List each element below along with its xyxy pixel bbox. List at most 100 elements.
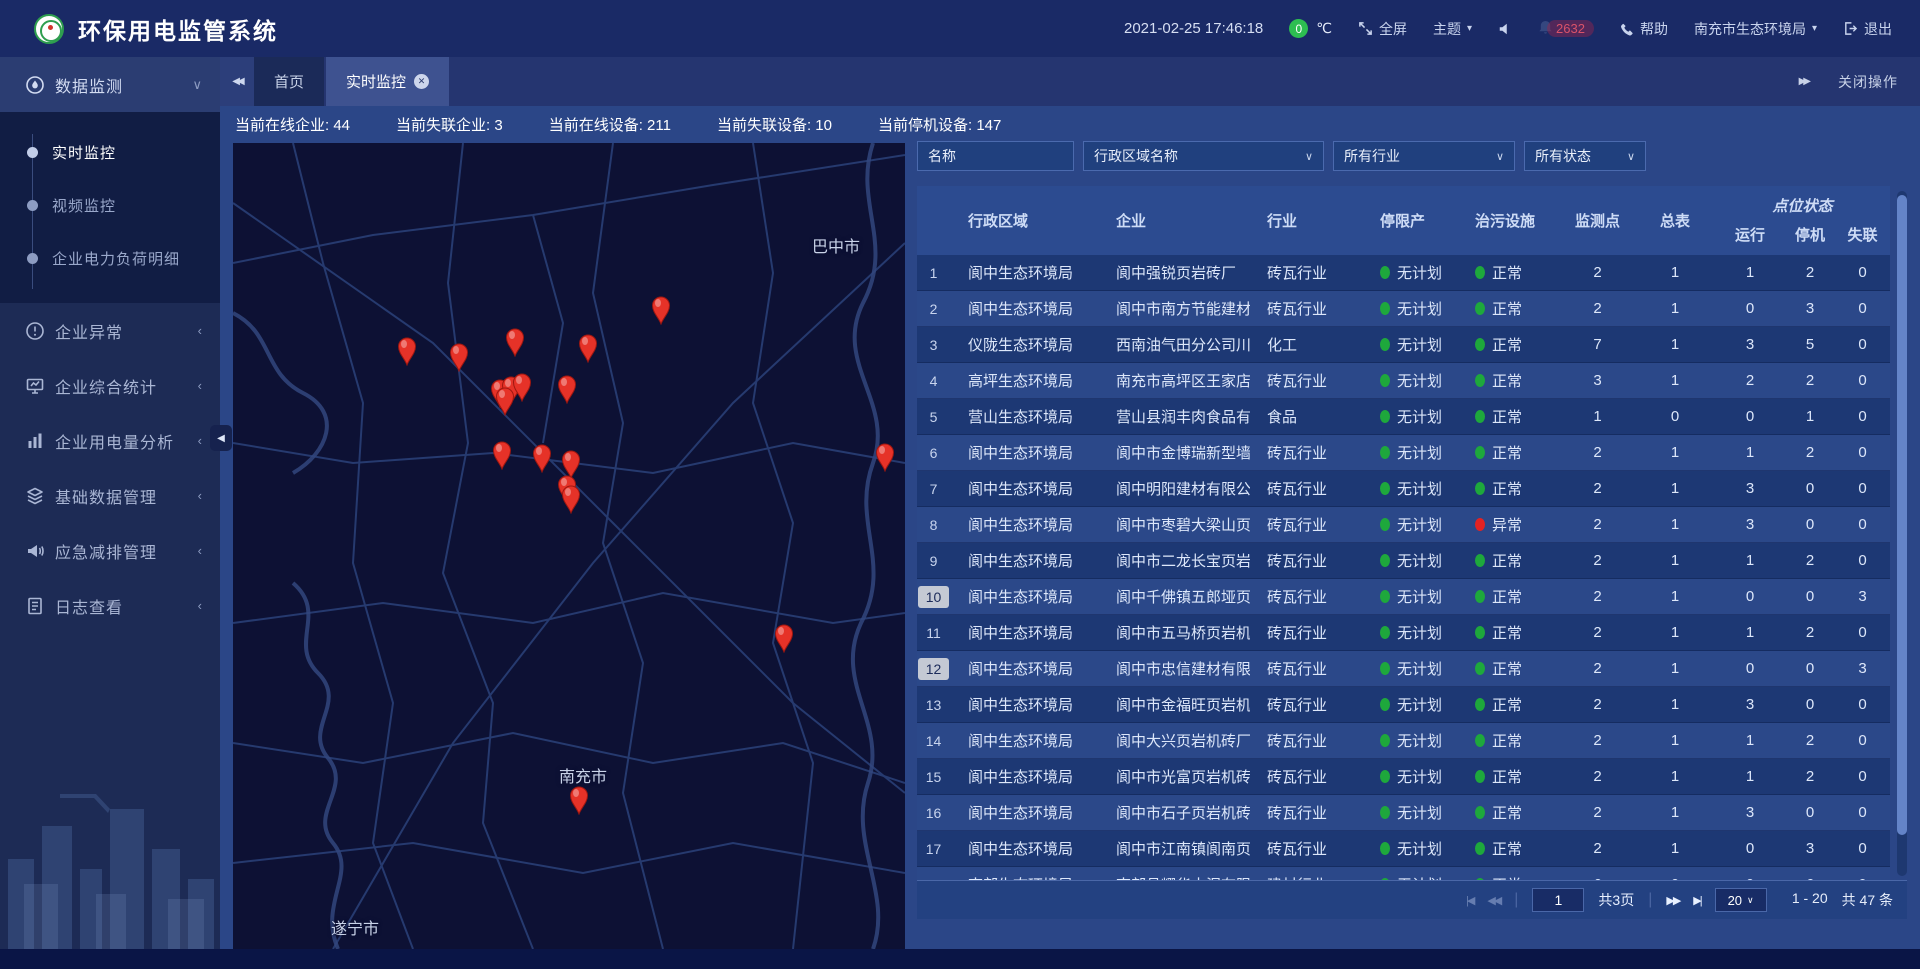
theme-dropdown[interactable]: 主题▾ [1433,19,1472,39]
table-row[interactable]: 9阆中生态环境局阆中市二龙长宝页岩砖砖瓦行业无计划正常21120 [917,543,1890,579]
table-row[interactable]: 15阆中生态环境局阆中市光富页岩机砖厂砖瓦行业无计划正常21120 [917,759,1890,795]
table-row[interactable]: 4高坪生态环境局南充市高坪区王家店建砖瓦行业无计划正常31220 [917,363,1890,399]
sidebar-group-label: 企业综合统计 [55,374,198,398]
map-pin[interactable] [448,342,470,372]
table-row[interactable]: 5营山生态环境局营山县润丰肉食品有限食品无计划正常10010 [917,399,1890,435]
chevron-left-icon: ‹ [198,433,202,448]
map-pin[interactable] [874,442,896,472]
status-dot-green [1380,374,1390,387]
chevron-left-icon: ‹ [198,598,202,613]
map-pin[interactable] [504,327,526,357]
cell-production: 无计划 [1370,291,1465,326]
map-pin[interactable] [494,386,516,416]
cell-row-number: 10 [917,579,950,614]
table-row[interactable]: 2阆中生态环境局阆中市南方节能建材有砖瓦行业无计划正常21030 [917,291,1890,327]
cell-offline: 3 [1835,579,1890,614]
fullscreen-button[interactable]: 全屏 [1358,19,1407,39]
tab-首页[interactable]: 首页 [254,57,324,106]
alert-circle-icon [25,321,45,341]
sidebar-group-3[interactable]: 企业用电量分析‹ [0,413,220,468]
cell-region: 阆中生态环境局 [950,831,1100,866]
map-pin[interactable] [556,374,578,404]
cell-industry: 砖瓦行业 [1250,579,1370,614]
status-dot-green [1475,338,1485,351]
cell-stopped: 0 [1785,687,1835,722]
table-row[interactable]: 10阆中生态环境局阆中千佛镇五郎垭页岩砖瓦行业无计划正常21003 [917,579,1890,615]
sidebar-group-label: 基础数据管理 [55,484,198,508]
first-page-icon[interactable]: |◀ [1466,894,1473,907]
map-pin[interactable] [560,484,582,514]
cell-production: 无计划 [1370,399,1465,434]
pager-divider: | [1648,891,1652,909]
sound-button[interactable] [1498,22,1512,36]
sidebar-collapse-button[interactable]: ◀ [210,425,232,451]
next-page-icon[interactable]: ▶▶ [1666,894,1679,907]
logout-button[interactable]: 退出 [1843,19,1892,39]
map-pin[interactable] [531,443,553,473]
cell-monitor-points: 7 [1560,327,1635,362]
tabs-scroll-right-icon[interactable]: ▶▶ [1799,76,1808,87]
cell-company: 阆中强锐页岩砖厂 [1100,255,1250,290]
help-button[interactable]: 帮助 [1620,19,1668,39]
tabs-scroll-left-icon[interactable]: ◀◀ [220,57,254,106]
cell-running: 0 [1715,867,1785,880]
prev-page-icon[interactable]: ◀◀ [1487,894,1500,907]
table-row[interactable]: 14阆中生态环境局阆中大兴页岩机砖厂砖瓦行业无计划正常21120 [917,723,1890,759]
sidebar-item-实时监控[interactable]: 实时监控 [0,126,220,179]
cell-production: 无计划 [1370,255,1465,290]
col-monitor-points: 监测点 [1560,186,1635,255]
table-row[interactable]: 17阆中生态环境局阆中市江南镇阆南页岩砖瓦行业无计划正常21030 [917,831,1890,867]
table-scrollbar[interactable] [1897,191,1907,876]
cell-offline: 0 [1835,435,1890,470]
notification-button[interactable]: 2632 [1538,20,1594,38]
table-row[interactable]: 11阆中生态环境局阆中市五马桥页岩机砖砖瓦行业无计划正常21120 [917,615,1890,651]
page-number-input[interactable] [1532,888,1584,912]
scrollbar-thumb[interactable] [1897,195,1907,835]
table-row[interactable]: 13阆中生态环境局阆中市金福旺页岩机砖砖瓦行业无计划正常21300 [917,687,1890,723]
table-row[interactable]: 1阆中生态环境局阆中强锐页岩砖厂砖瓦行业无计划正常21120 [917,255,1890,291]
map-pin[interactable] [491,440,513,470]
org-dropdown[interactable]: 南充市生态环境局▾ [1694,19,1817,39]
sidebar-group-0[interactable]: 数据监测∨ [0,57,220,112]
industry-filter-select[interactable]: 所有行业∨ [1333,141,1515,171]
table-row[interactable]: 18南部生态环境局南部县耀华水泥有限公建材行业无计划正常60060 [917,867,1890,880]
sidebar-group-1[interactable]: 企业异常‹ [0,303,220,358]
sidebar-group-6[interactable]: 日志查看‹ [0,578,220,633]
chevron-left-icon: ‹ [198,543,202,558]
tab-label: 首页 [274,71,304,92]
sidebar-item-企业电力负荷明细[interactable]: 企业电力负荷明细 [0,232,220,285]
map-pin[interactable] [773,623,795,653]
table-row[interactable]: 16阆中生态环境局阆中市石子页岩机砖厂砖瓦行业无计划正常21300 [917,795,1890,831]
tab-close-icon[interactable]: ✕ [414,74,429,89]
sidebar-group-4[interactable]: 基础数据管理‹ [0,468,220,523]
map-pin[interactable] [650,295,672,325]
status-dot-green [1380,554,1390,567]
sidebar-submenu: 实时监控视频监控企业电力负荷明细 [0,112,220,303]
table-row[interactable]: 8阆中生态环境局阆中市枣碧大梁山页岩砖瓦行业无计划异常21300 [917,507,1890,543]
cell-monitor-points: 2 [1560,543,1635,578]
cell-region: 阆中生态环境局 [950,651,1100,686]
map-pin[interactable] [396,336,418,366]
cell-monitor-points: 2 [1560,651,1635,686]
map-pin[interactable] [568,785,590,815]
last-page-icon[interactable]: ▶| [1693,894,1700,907]
table-row[interactable]: 3仪陇生态环境局西南油气田分公司川中化工无计划正常71350 [917,327,1890,363]
map-pin[interactable] [577,333,599,363]
table-row[interactable]: 6阆中生态环境局阆中市金博瑞新型墙材砖瓦行业无计划正常21120 [917,435,1890,471]
sidebar-group-5[interactable]: 应急减排管理‹ [0,523,220,578]
table-row[interactable]: 12阆中生态环境局阆中市忠信建材有限公砖瓦行业无计划正常21003 [917,651,1890,687]
cell-offline: 0 [1835,363,1890,398]
tab-实时监控[interactable]: 实时监控 ✕ [326,57,449,106]
cell-facility: 正常 [1465,579,1560,614]
name-filter-input[interactable]: 名称 [917,141,1074,171]
region-filter-select[interactable]: 行政区域名称∨ [1083,141,1324,171]
sidebar-item-视频监控[interactable]: 视频监控 [0,179,220,232]
sidebar-group-2[interactable]: 企业综合统计‹ [0,358,220,413]
map-panel[interactable]: 巴中市南充市遂宁市 [233,143,905,949]
close-operations-button[interactable]: 关闭操作 [1838,72,1898,92]
tab-label: 实时监控 [346,71,406,92]
cell-company: 南充市高坪区王家店建 [1100,363,1250,398]
table-row[interactable]: 7阆中生态环境局阆中明阳建材有限公司砖瓦行业无计划正常21300 [917,471,1890,507]
page-size-select[interactable]: 20∨ [1715,888,1767,912]
status-filter-select[interactable]: 所有状态∨ [1524,141,1646,171]
